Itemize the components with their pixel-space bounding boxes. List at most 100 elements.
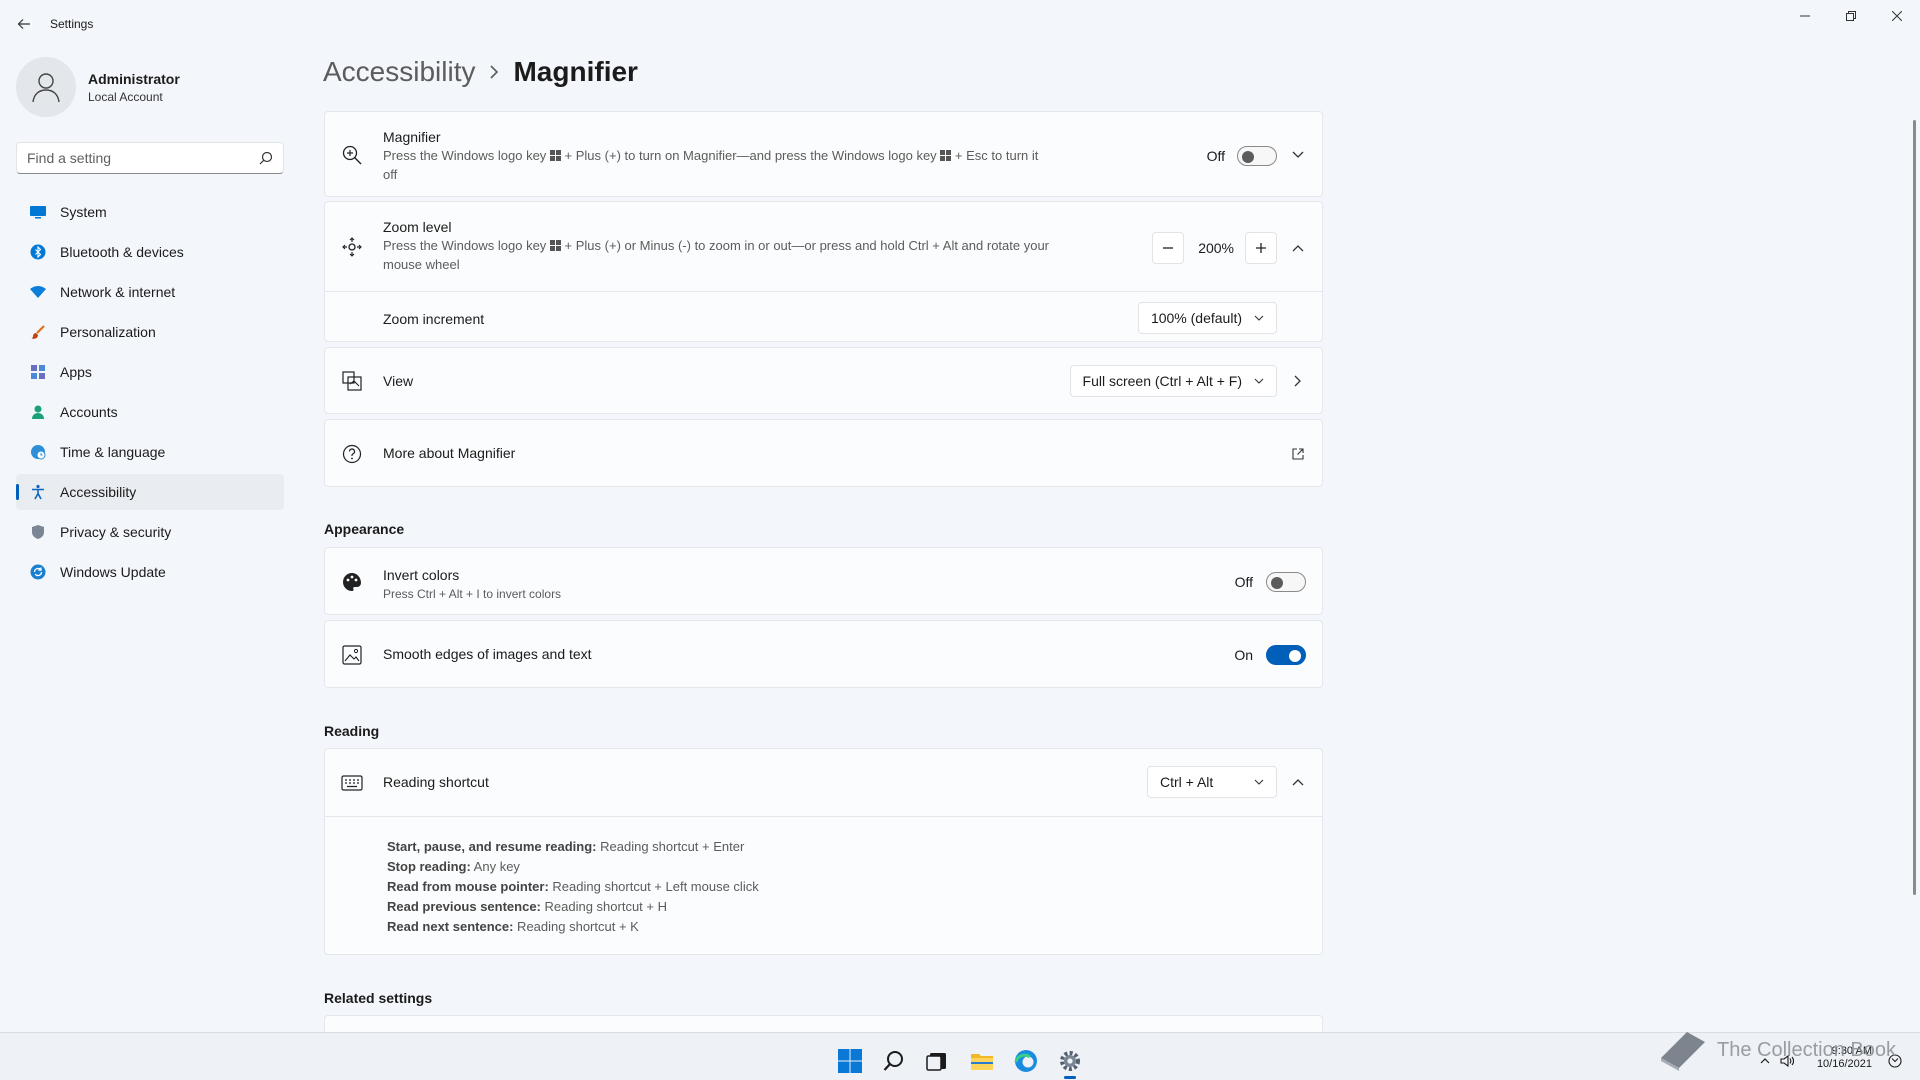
sidebar-item-label: Personalization xyxy=(60,324,156,340)
chevron-down-icon xyxy=(1254,779,1264,785)
invert-colors-toggle[interactable] xyxy=(1266,572,1306,592)
shortcut-keys: Reading shortcut + Left mouse click xyxy=(548,879,759,894)
book-icon xyxy=(1661,1032,1706,1071)
desc-text: + Esc to turn it xyxy=(954,148,1039,163)
chevron-up-icon[interactable] xyxy=(1286,236,1310,260)
magnifier-title: Magnifier xyxy=(383,129,441,145)
chevron-right-icon xyxy=(489,65,499,79)
shortcut-line: Stop reading: Any key xyxy=(387,857,759,877)
sidebar-item-accessibility[interactable]: Accessibility xyxy=(16,474,284,510)
shield-icon xyxy=(28,522,48,542)
view-dropdown[interactable]: Full screen (Ctrl + Alt + F) xyxy=(1069,365,1277,397)
edge-browser-button[interactable] xyxy=(1006,1041,1046,1080)
sidebar-item-system[interactable]: System xyxy=(16,194,284,230)
taskbar-search-button[interactable] xyxy=(874,1041,914,1080)
reading-shortcut-dropdown[interactable]: Ctrl + Alt xyxy=(1147,766,1277,798)
smooth-edges-toggle[interactable] xyxy=(1266,645,1306,665)
shortcut-keys: Reading shortcut + K xyxy=(513,919,639,934)
back-arrow-icon xyxy=(17,19,30,29)
plus-icon xyxy=(1256,243,1266,253)
chevron-up-icon[interactable] xyxy=(1286,770,1310,794)
shortcut-keys: Reading shortcut + Enter xyxy=(596,839,745,854)
folder-icon xyxy=(971,1054,993,1070)
person-avatar-icon xyxy=(32,73,60,103)
invert-colors-card: Invert colors Press Ctrl + Alt + I to in… xyxy=(324,547,1323,615)
desc-text: mouse wheel xyxy=(383,256,460,272)
search-icon[interactable] xyxy=(259,151,273,165)
invert-colors-state-label: Off xyxy=(1234,574,1253,590)
globe-clock-icon xyxy=(28,442,48,462)
sidebar-item-network[interactable]: Network & internet xyxy=(16,274,284,310)
windows-logo-icon xyxy=(549,148,561,166)
desc-text: Press the Windows logo key xyxy=(383,238,547,253)
file-explorer-button[interactable] xyxy=(962,1041,1002,1080)
sidebar-item-label: Bluetooth & devices xyxy=(60,244,184,260)
sidebar-item-apps[interactable]: Apps xyxy=(16,354,284,390)
invert-colors-description: Press Ctrl + Alt + I to invert colors xyxy=(383,587,562,601)
minimize-button[interactable] xyxy=(1782,0,1828,32)
shortcut-action: Read previous sentence: xyxy=(387,899,541,914)
restore-button[interactable] xyxy=(1828,0,1874,32)
sidebar-item-label: Accessibility xyxy=(60,484,137,500)
app-title: Settings xyxy=(50,17,94,31)
related-settings-section-title: Related settings xyxy=(324,990,433,1006)
view-icon xyxy=(341,370,363,392)
taskbar: 9:30 AM 10/16/2021 xyxy=(0,1032,1920,1080)
page-title: Magnifier xyxy=(513,56,638,87)
zoom-in-button[interactable] xyxy=(1245,232,1277,264)
search-icon xyxy=(883,1051,903,1071)
sidebar-item-accounts[interactable]: Accounts xyxy=(16,394,284,430)
view-value: Full screen (Ctrl + Alt + F) xyxy=(1082,373,1242,389)
smooth-edges-title: Smooth edges of images and text xyxy=(383,646,592,662)
magnifier-card[interactable]: Magnifier Press the Windows logo key + P… xyxy=(324,111,1323,197)
reading-shortcut-value: Ctrl + Alt xyxy=(1160,774,1214,790)
sidebar-item-privacy[interactable]: Privacy & security xyxy=(16,514,284,550)
sidebar-item-personalization[interactable]: Personalization xyxy=(16,314,284,350)
image-icon xyxy=(341,644,363,666)
sidebar-item-windows-update[interactable]: Windows Update xyxy=(16,554,284,590)
scrollbar[interactable] xyxy=(1913,120,1916,895)
avatar xyxy=(16,57,76,117)
sidebar-item-label: Windows Update xyxy=(60,564,166,580)
more-about-magnifier-title: More about Magnifier xyxy=(383,445,516,461)
search-input[interactable] xyxy=(27,150,259,166)
smooth-edges-card: Smooth edges of images and text On xyxy=(324,620,1323,688)
close-button[interactable] xyxy=(1874,0,1920,32)
zoom-out-button[interactable] xyxy=(1152,232,1184,264)
back-button[interactable] xyxy=(12,12,36,36)
monitor-icon xyxy=(28,202,48,222)
start-button[interactable] xyxy=(830,1041,870,1080)
zoom-level-title: Zoom level xyxy=(383,219,452,235)
view-card[interactable]: View Full screen (Ctrl + Alt + F) xyxy=(324,347,1323,414)
user-profile[interactable]: Administrator Local Account xyxy=(16,57,180,117)
magnifier-toggle[interactable] xyxy=(1237,146,1277,166)
magnifier-state-label: Off xyxy=(1206,148,1225,164)
chevron-right-icon[interactable] xyxy=(1286,369,1310,393)
settings-taskbar-button[interactable] xyxy=(1050,1041,1090,1080)
shortcut-line: Read from mouse pointer: Reading shortcu… xyxy=(387,877,759,897)
external-link-icon[interactable] xyxy=(1286,442,1310,466)
zoom-increment-dropdown[interactable]: 100% (default) xyxy=(1137,302,1277,334)
sidebar-item-bluetooth[interactable]: Bluetooth & devices xyxy=(16,234,284,270)
apps-icon xyxy=(28,362,48,382)
more-about-magnifier-card[interactable]: More about Magnifier xyxy=(324,419,1323,487)
zoom-increment-label: Zoom increment xyxy=(383,311,485,327)
reading-shortcut-card: Reading shortcut Ctrl + Alt Start, pause… xyxy=(324,748,1323,955)
sidebar-item-time-language[interactable]: Time & language xyxy=(16,434,284,470)
appearance-section-title: Appearance xyxy=(324,521,405,537)
breadcrumb-parent[interactable]: Accessibility xyxy=(323,56,475,88)
magnifier-zoom-icon xyxy=(341,144,363,166)
chevron-down-icon[interactable] xyxy=(1286,143,1310,167)
sidebar-item-label: Apps xyxy=(60,364,92,380)
accessibility-icon xyxy=(28,482,48,502)
desc-text: + Plus (+) or Minus (-) to zoom in or ou… xyxy=(564,238,1050,253)
divider xyxy=(325,291,1322,292)
zoom-level-card: Zoom level Press the Windows logo key + … xyxy=(324,201,1323,342)
task-view-icon xyxy=(926,1053,946,1071)
sidebar-item-label: System xyxy=(60,204,107,220)
sidebar-item-label: Privacy & security xyxy=(60,524,172,540)
windows-logo-icon xyxy=(838,1049,862,1073)
task-view-button[interactable] xyxy=(917,1041,957,1080)
zoom-level-description: Press the Windows logo key + Plus (+) or… xyxy=(383,237,1113,274)
search-box[interactable] xyxy=(16,142,284,174)
